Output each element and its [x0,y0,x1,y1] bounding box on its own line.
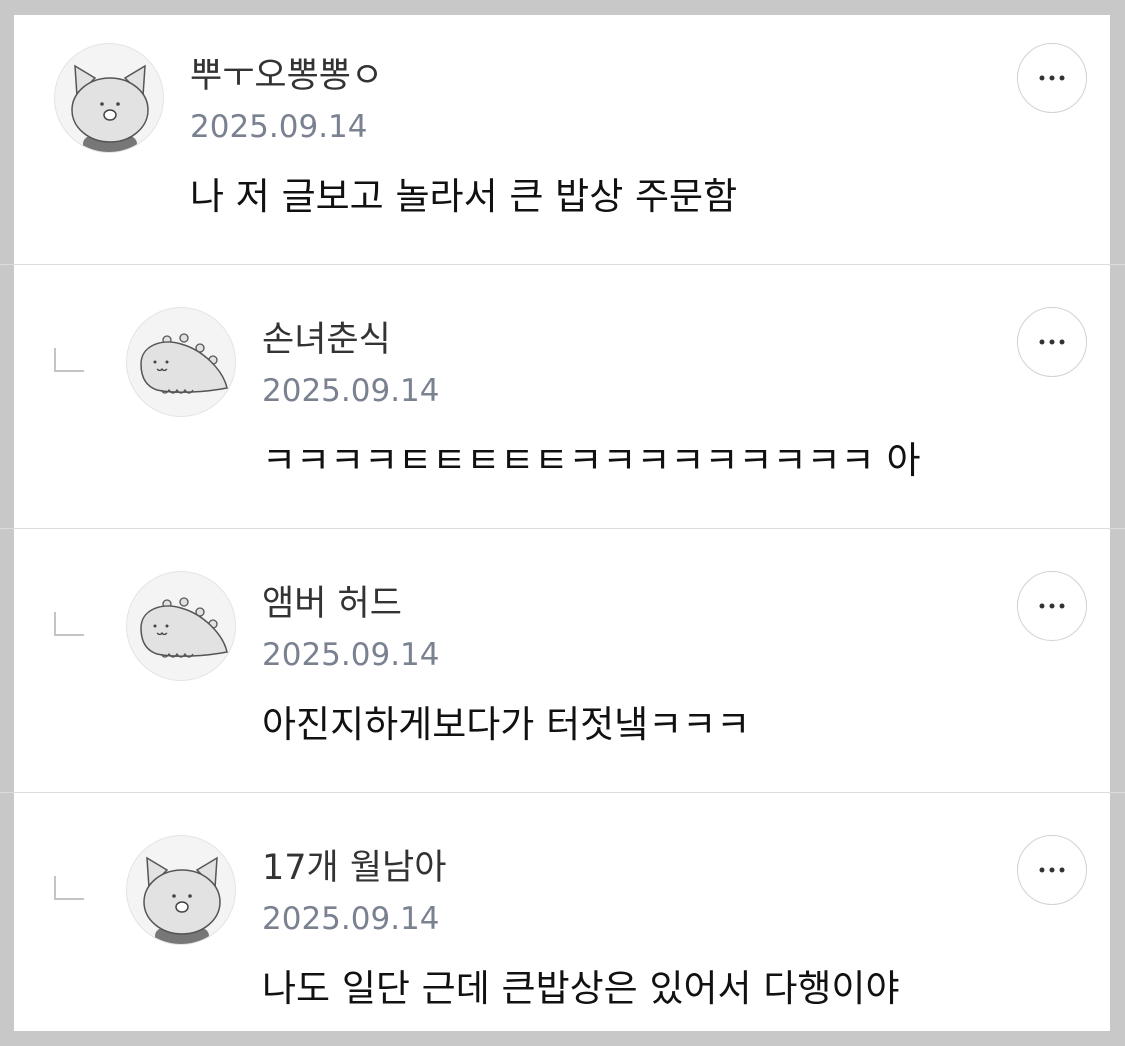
comment-author[interactable]: 17개 월남아 [262,851,446,886]
comment-author[interactable]: 뿌ㅜ오뽕뽕ㅇ [190,59,383,94]
more-options-button[interactable] [1017,571,1087,641]
reply-indicator-icon [54,876,84,900]
more-dots-icon [1039,339,1065,345]
comment-date: 2025.09.14 [262,901,440,937]
comment-date: 2025.09.14 [262,373,440,409]
cat-avatar-icon[interactable] [54,43,164,153]
comment-list: 뿌ㅜ오뽕뽕ㅇ 2025.09.14 나 저 글보고 놀라서 큰 밥상 주문함 손… [0,15,1125,1031]
comment-author[interactable]: 앰버 허드 [262,587,402,622]
reply-indicator-icon [54,612,84,636]
comment-item: 뿌ㅜ오뽕뽕ㅇ 2025.09.14 나 저 글보고 놀라서 큰 밥상 주문함 [14,15,1110,264]
more-options-button[interactable] [1017,43,1087,113]
more-options-button[interactable] [1017,835,1087,905]
more-dots-icon [1039,867,1065,873]
comment-date: 2025.09.14 [190,109,368,145]
dino-avatar-icon[interactable] [126,571,236,681]
comment-text: 나도 일단 근데 큰밥상은 있어서 다행이야 [262,967,900,1010]
dino-avatar-icon[interactable] [126,307,236,417]
more-options-button[interactable] [1017,307,1087,377]
comment-date: 2025.09.14 [262,637,440,673]
reply-item: 17개 월남아 2025.09.14 나도 일단 근데 큰밥상은 있어서 다행이… [14,792,1110,1041]
reply-indicator-icon [54,348,84,372]
comment-text: 나 저 글보고 놀라서 큰 밥상 주문함 [190,175,738,218]
reply-item: 앰버 허드 2025.09.14 아진지하게보다가 터젓냌ㅋㅋㅋ [14,528,1110,777]
more-dots-icon [1039,603,1065,609]
cat-avatar-icon[interactable] [126,835,236,945]
reply-item: 손녀춘식 2025.09.14 ㅋㅋㅋㅋㅌㅌㅌㅌㅌㅋㅋㅋㅋㅋㅋㅋㅋㅋ 아 [14,264,1110,513]
comment-text: ㅋㅋㅋㅋㅌㅌㅌㅌㅌㅋㅋㅋㅋㅋㅋㅋㅋㅋ 아 [262,439,921,482]
comment-author[interactable]: 손녀춘식 [262,323,391,358]
more-dots-icon [1039,75,1065,81]
comment-text: 아진지하게보다가 터젓냌ㅋㅋㅋ [262,703,751,746]
